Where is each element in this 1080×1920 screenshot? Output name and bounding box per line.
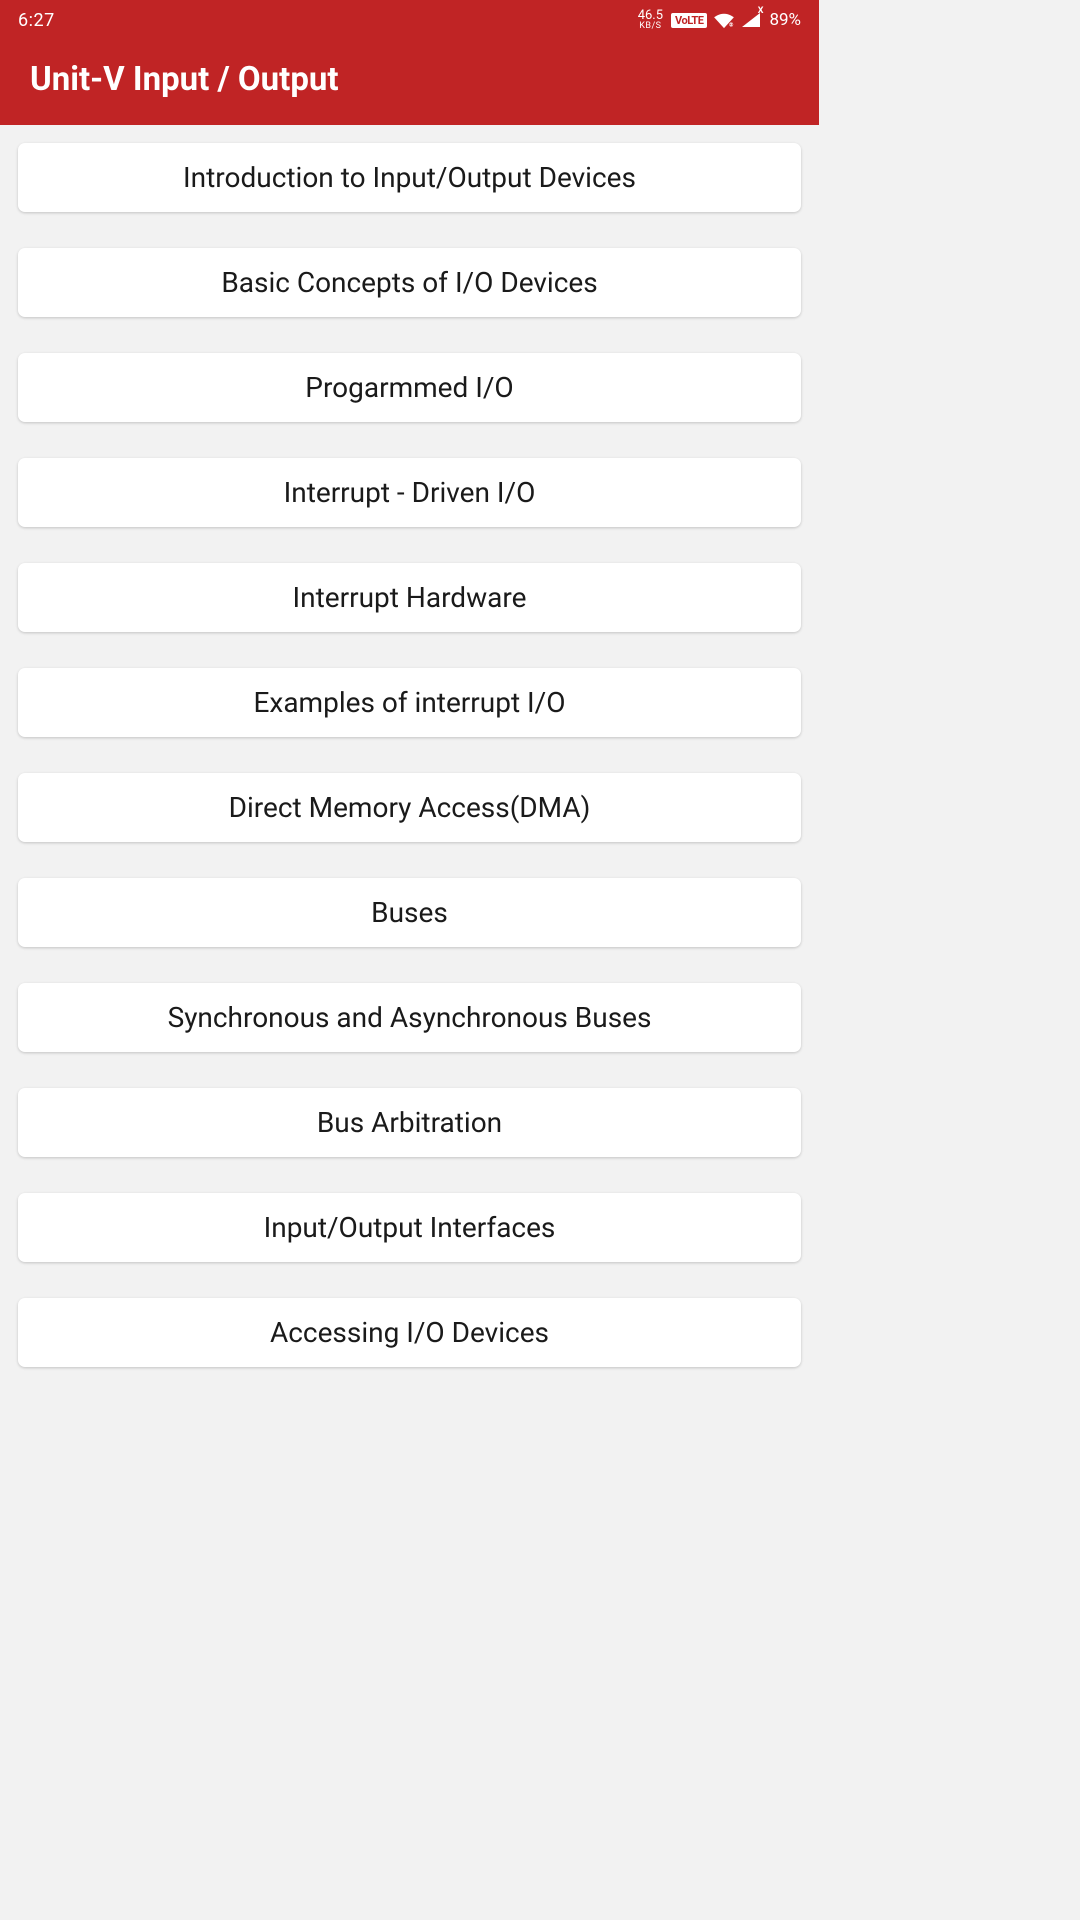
list-item[interactable]: Basic Concepts of I/O Devices bbox=[18, 248, 801, 317]
volte-badge: VoLTE bbox=[671, 13, 707, 28]
signal-marker: X bbox=[758, 6, 764, 16]
topic-list: Introduction to Input/Output Devices Bas… bbox=[0, 125, 819, 1375]
list-item[interactable]: Interrupt Hardware bbox=[18, 563, 801, 632]
list-item[interactable]: Synchronous and Asynchronous Buses bbox=[18, 983, 801, 1052]
list-item[interactable]: Direct Memory Access(DMA) bbox=[18, 773, 801, 842]
list-item[interactable]: Buses bbox=[18, 878, 801, 947]
status-time: 6:27 bbox=[18, 10, 55, 31]
network-speed-unit: KB/S bbox=[639, 22, 661, 30]
list-item[interactable]: Progarmmed I/O bbox=[18, 353, 801, 422]
list-item[interactable]: Input/Output Interfaces bbox=[18, 1193, 801, 1262]
network-speed: 46.5 KB/S bbox=[638, 10, 663, 30]
list-item[interactable]: Accessing I/O Devices bbox=[18, 1298, 801, 1367]
list-item[interactable]: Interrupt - Driven I/O bbox=[18, 458, 801, 527]
wifi-icon bbox=[713, 11, 735, 29]
list-item[interactable]: Introduction to Input/Output Devices bbox=[18, 143, 801, 212]
list-item[interactable]: Examples of interrupt I/O bbox=[18, 668, 801, 737]
status-bar: 6:27 46.5 KB/S VoLTE X 89% bbox=[0, 0, 819, 40]
signal-icon: X bbox=[741, 12, 761, 28]
status-right: 46.5 KB/S VoLTE X 89% bbox=[638, 10, 801, 30]
app-bar: Unit-V Input / Output bbox=[0, 40, 819, 125]
page-title: Unit-V Input / Output bbox=[30, 60, 789, 99]
list-item[interactable]: Bus Arbitration bbox=[18, 1088, 801, 1157]
battery-percentage: 89% bbox=[769, 10, 801, 30]
